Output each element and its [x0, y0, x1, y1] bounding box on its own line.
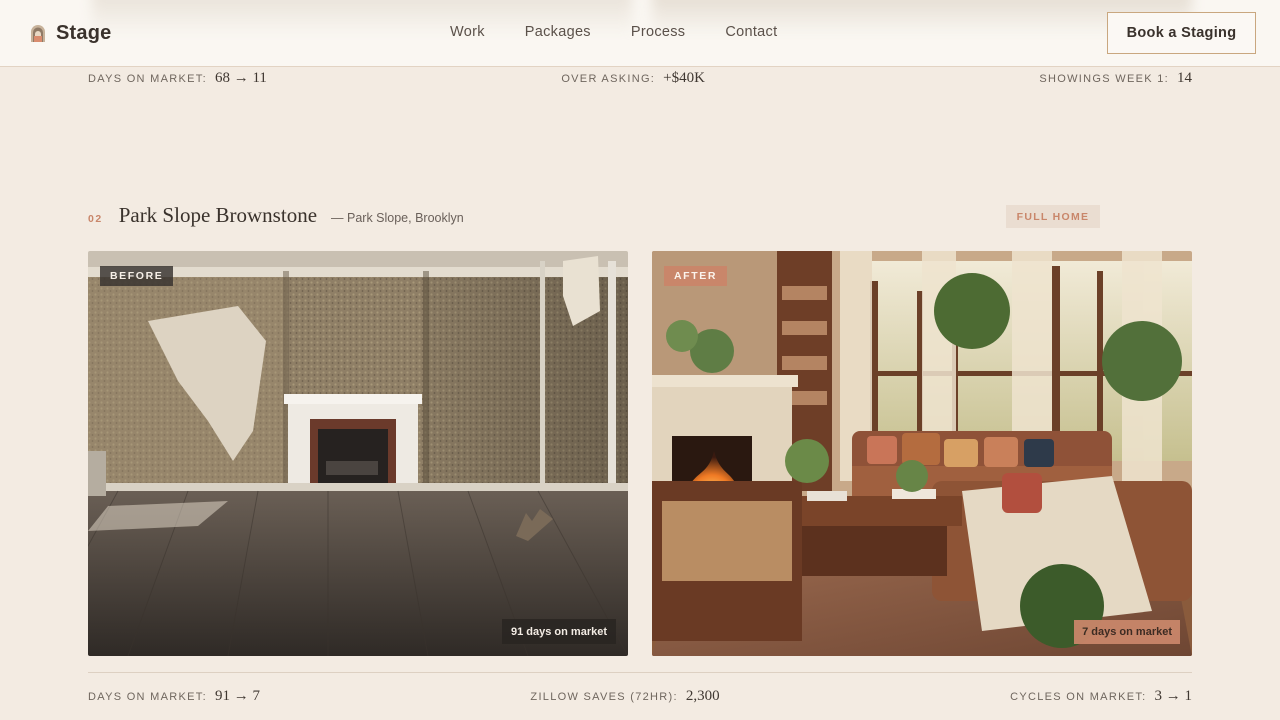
- stats-row-previous: DAYS ON MARKET: 68 → 11 OVER ASKING: +$4…: [88, 70, 1192, 90]
- stat-label: SHOWINGS WEEK 1:: [1039, 73, 1169, 85]
- stat-cycles-on-market: CYCLES ON MARKET: 3 → 1: [1010, 688, 1192, 705]
- book-staging-button[interactable]: Book a Staging: [1107, 12, 1256, 54]
- stat-value: 14: [1176, 70, 1192, 86]
- after-days-badge: 7 days on market: [1074, 620, 1180, 644]
- logo[interactable]: Stage: [28, 20, 111, 46]
- before-days-badge: 91 days on market: [502, 619, 616, 644]
- stat-value: 91 → 7: [214, 688, 260, 704]
- stat-value: 68 → 11: [214, 70, 267, 86]
- before-label: BEFORE: [100, 266, 174, 286]
- project-heading: 02 Park Slope Brownstone — Park Slope, B…: [88, 203, 1192, 231]
- stat-value: +$40K: [663, 70, 705, 86]
- stat-value: 3 → 1: [1154, 688, 1193, 704]
- stats-row-project: DAYS ON MARKET: 91 → 7 ZILLOW SAVES (72H…: [88, 688, 1192, 708]
- arch-door-icon: [28, 20, 48, 46]
- stat-label: CYCLES ON MARKET:: [1010, 691, 1147, 703]
- site-header: Stage Work Packages Process Contact Book…: [0, 0, 1280, 67]
- nav-process[interactable]: Process: [631, 24, 685, 40]
- project-title: Park Slope Brownstone: [118, 203, 318, 227]
- nav-work[interactable]: Work: [450, 24, 485, 40]
- logo-text: Stage: [56, 21, 112, 44]
- stat-value: 2,300: [685, 688, 720, 704]
- stat-label: DAYS ON MARKET:: [88, 691, 207, 703]
- stat-days-on-market: DAYS ON MARKET: 68 → 11: [88, 70, 267, 87]
- staged-living-room-illustration: [652, 251, 1192, 656]
- stat-label: DAYS ON MARKET:: [88, 73, 207, 85]
- stat-over-asking: OVER ASKING: +$40K: [561, 70, 705, 87]
- nav-contact[interactable]: Contact: [725, 24, 777, 40]
- after-photo[interactable]: AFTER 7 days on market: [652, 251, 1192, 656]
- stats-divider: [88, 672, 1192, 673]
- stat-label: ZILLOW SAVES (72HR):: [530, 691, 678, 703]
- stat-showings-week-1: SHOWINGS WEEK 1: 14: [1039, 70, 1192, 87]
- before-photo[interactable]: BEFORE 91 days on market: [88, 251, 628, 656]
- project-number: 02: [88, 213, 103, 225]
- nav-packages[interactable]: Packages: [525, 24, 591, 40]
- stat-label: OVER ASKING:: [561, 73, 656, 85]
- project-type-badge: FULL HOME: [1006, 205, 1100, 228]
- main-nav: Work Packages Process Contact: [450, 24, 777, 40]
- stat-zillow-saves: ZILLOW SAVES (72HR): 2,300: [530, 688, 719, 705]
- stat-days-on-market: DAYS ON MARKET: 91 → 7: [88, 688, 260, 705]
- project-location: — Park Slope, Brooklyn: [331, 211, 464, 225]
- after-label: AFTER: [664, 266, 727, 286]
- empty-room-illustration: [88, 251, 628, 656]
